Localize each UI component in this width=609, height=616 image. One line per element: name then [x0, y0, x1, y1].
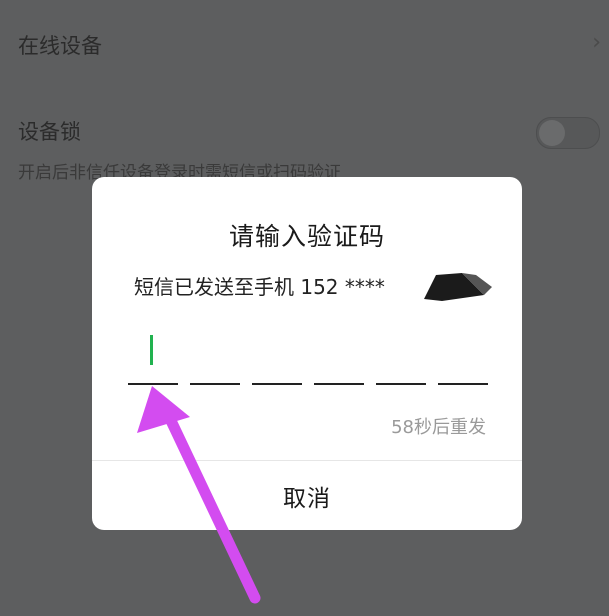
- code-digit-slot[interactable]: [314, 383, 364, 385]
- toggle-knob: [539, 120, 565, 146]
- device-lock-label: 设备锁: [18, 120, 81, 144]
- verification-code-dialog: 请输入验证码 短信已发送至手机 152 **** 58秒后重发 取消: [92, 177, 522, 530]
- input-cursor: [150, 335, 153, 365]
- resend-countdown: 58秒后重发: [391, 417, 486, 438]
- code-digit-slot[interactable]: [128, 383, 178, 385]
- redaction-mark: [424, 273, 492, 301]
- chevron-right-icon: ›: [592, 30, 601, 55]
- dialog-title: 请输入验证码: [228, 222, 385, 251]
- code-digit-slot[interactable]: [190, 383, 240, 385]
- sms-sent-message: 短信已发送至手机 152 ****: [134, 275, 385, 299]
- online-devices-item[interactable]: 在线设备: [18, 30, 102, 60]
- code-digit-slot[interactable]: [252, 383, 302, 385]
- device-lock-toggle[interactable]: [536, 117, 600, 149]
- code-digit-slot[interactable]: [376, 383, 426, 385]
- code-digit-slot[interactable]: [438, 383, 488, 385]
- cancel-button[interactable]: 取消: [92, 461, 522, 530]
